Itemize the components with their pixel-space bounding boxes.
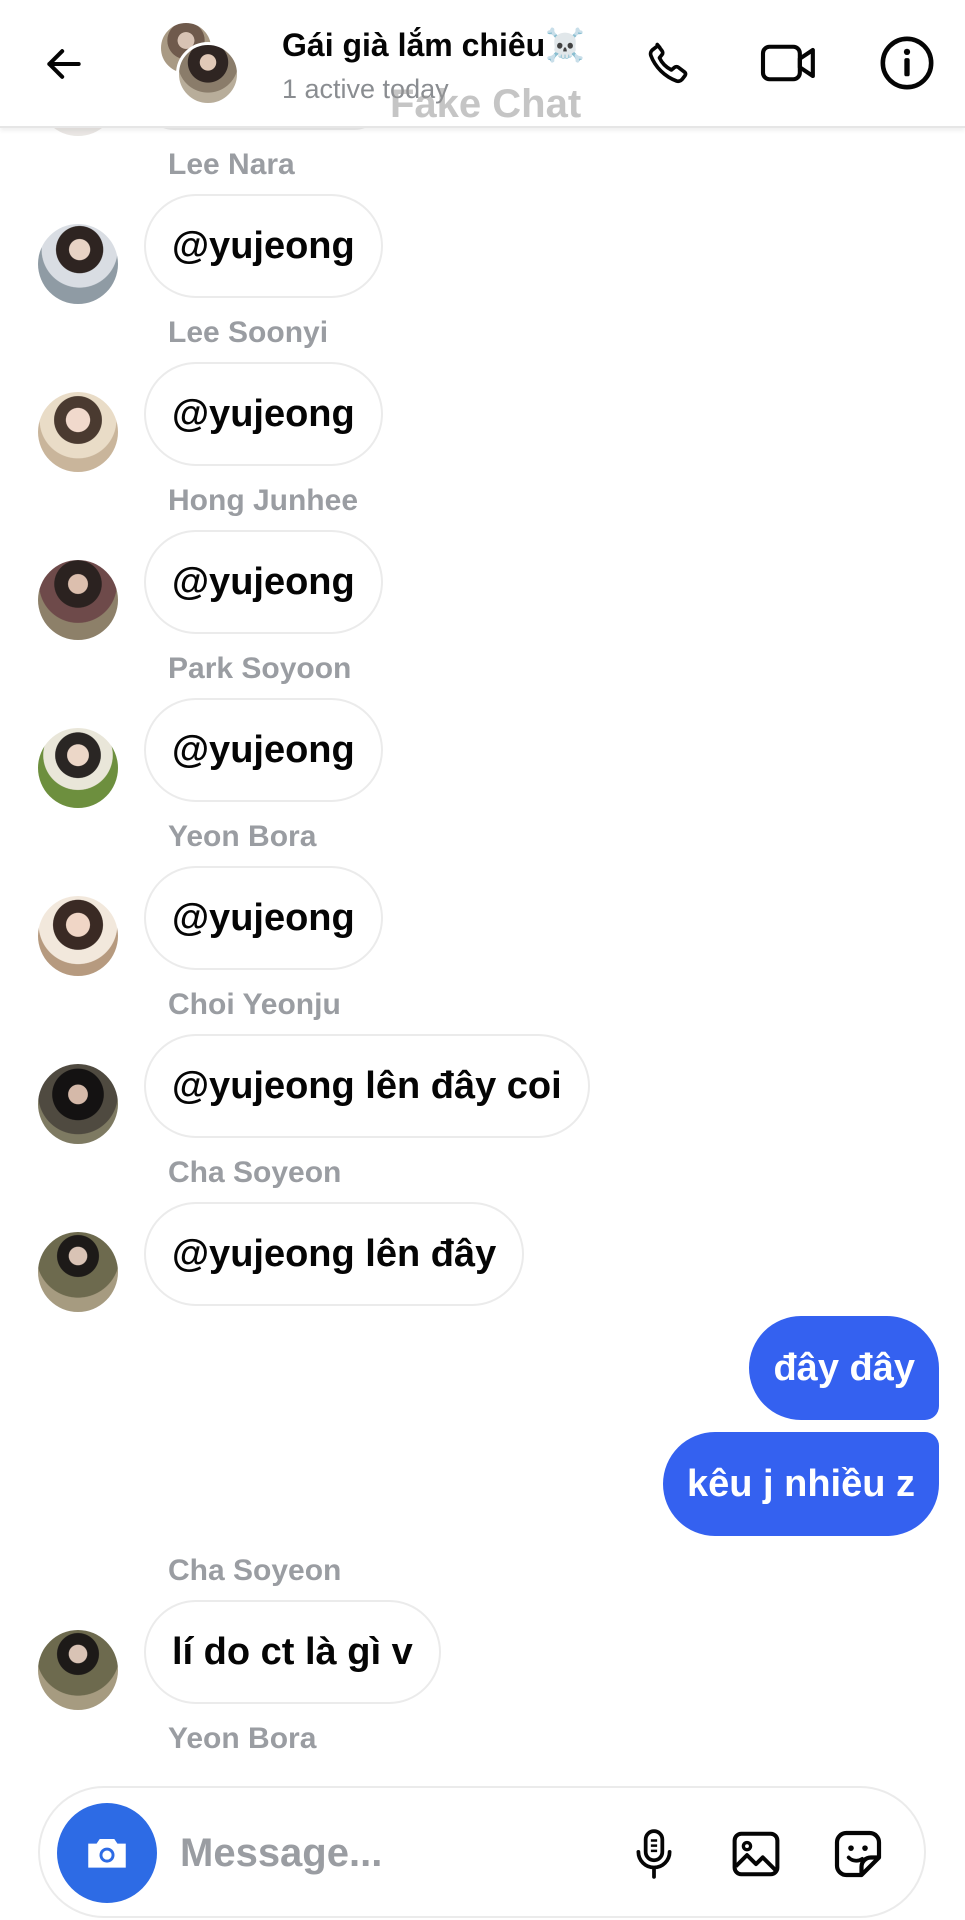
sender-name: Choi Yeonju xyxy=(168,988,341,1021)
arrow-left-icon xyxy=(47,49,81,79)
sticker-icon xyxy=(834,1830,882,1878)
chat-title[interactable]: Gái già lắm chiêu☠️ xyxy=(282,26,585,64)
sender-name: Hong Junhee xyxy=(168,484,359,517)
message-input[interactable] xyxy=(180,1818,600,1888)
info-icon xyxy=(880,36,934,90)
video-camera-icon xyxy=(760,44,815,82)
back-button[interactable] xyxy=(36,36,92,92)
avatar[interactable] xyxy=(38,1630,118,1710)
outgoing-message-bubble[interactable]: đây đây xyxy=(749,1316,939,1420)
gallery-button[interactable] xyxy=(724,1822,788,1886)
microphone-icon xyxy=(636,1829,672,1879)
message-bubble[interactable]: @yujeong lên đây xyxy=(144,1202,525,1306)
sender-name: Cha Soyeon xyxy=(168,1156,342,1189)
message-bubble[interactable]: @yujeong lên đây coi xyxy=(144,1034,590,1138)
phone-icon xyxy=(648,42,688,84)
sticker-button[interactable] xyxy=(826,1822,890,1886)
avatar[interactable] xyxy=(38,1064,118,1144)
sender-name: Yeon Bora xyxy=(168,1722,317,1755)
chat-header: Gái già lắm chiêu☠️ 1 active today Fake … xyxy=(0,0,965,128)
message-list[interactable]: Lee Nara @yujeong Lee Soonyi @yujeong Ho… xyxy=(0,0,965,1780)
avatar[interactable] xyxy=(38,224,118,304)
sender-name: Lee Soonyi xyxy=(168,316,329,349)
message-bubble[interactable]: @yujeong xyxy=(144,362,383,466)
sender-name: Yeon Bora xyxy=(168,820,317,853)
sender-name: Cha Soyeon xyxy=(168,1554,342,1587)
camera-icon xyxy=(88,1839,126,1868)
avatar[interactable] xyxy=(38,1232,118,1312)
watermark: Fake Chat xyxy=(390,82,582,126)
message-composer xyxy=(38,1786,926,1918)
avatar xyxy=(176,42,240,106)
sender-name: Park Soyoon xyxy=(168,652,352,685)
message-bubble[interactable]: @yujeong xyxy=(144,866,383,970)
avatar[interactable] xyxy=(38,392,118,472)
info-button[interactable] xyxy=(874,30,940,96)
call-button[interactable] xyxy=(636,30,702,96)
image-icon xyxy=(732,1831,780,1877)
group-avatar[interactable] xyxy=(158,20,240,106)
sender-name: Lee Nara xyxy=(168,148,295,181)
message-bubble[interactable]: @yujeong xyxy=(144,194,383,298)
avatar[interactable] xyxy=(38,728,118,808)
message-bubble[interactable]: @yujeong xyxy=(144,530,383,634)
camera-button[interactable] xyxy=(57,1803,157,1903)
video-call-button[interactable] xyxy=(756,30,822,96)
outgoing-message-bubble[interactable]: kêu j nhiều z xyxy=(662,1432,939,1536)
message-bubble[interactable]: lí do ct là gì v xyxy=(144,1600,441,1704)
avatar[interactable] xyxy=(38,896,118,976)
message-bubble[interactable]: @yujeong xyxy=(144,698,383,802)
avatar[interactable] xyxy=(38,560,118,640)
voice-message-button[interactable] xyxy=(622,1822,686,1886)
